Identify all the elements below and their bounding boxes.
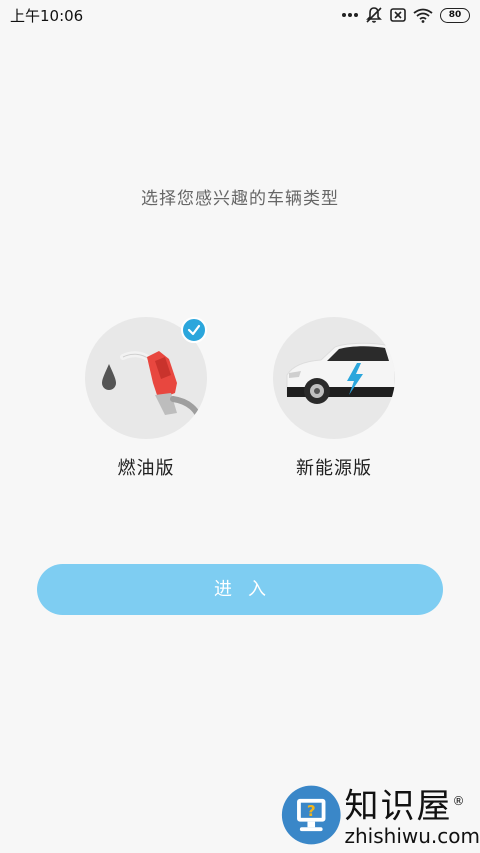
watermark-text-en: zhishiwu.com (344, 823, 480, 848)
watermark-logo-icon: ? (281, 785, 341, 845)
option-fuel-label: 燃油版 (117, 458, 175, 479)
vehicle-type-prompt: 选择您感兴趣的车辆类型 (141, 189, 339, 209)
more-dots-icon (342, 12, 358, 18)
status-bar: 上午10:06 80 (0, 0, 480, 30)
mute-icon (365, 6, 383, 24)
watermark: ? 知识屋® zhishiwu.com (280, 780, 480, 850)
electric-car-icon (273, 317, 395, 439)
wifi-icon (413, 8, 433, 23)
svg-text:?: ? (307, 802, 316, 820)
registered-mark: ® (452, 794, 467, 809)
option-electric[interactable]: 新能源版 (272, 317, 396, 480)
status-time: 上午10:06 (10, 6, 84, 25)
watermark-text-cn: 知识屋 (344, 786, 453, 827)
sim-off-icon (390, 8, 406, 22)
enter-button[interactable]: 进入 (37, 564, 443, 615)
option-electric-label: 新能源版 (296, 458, 372, 479)
selected-check-icon (181, 317, 207, 343)
status-icons: 80 (342, 6, 470, 24)
battery-icon: 80 (440, 7, 470, 23)
